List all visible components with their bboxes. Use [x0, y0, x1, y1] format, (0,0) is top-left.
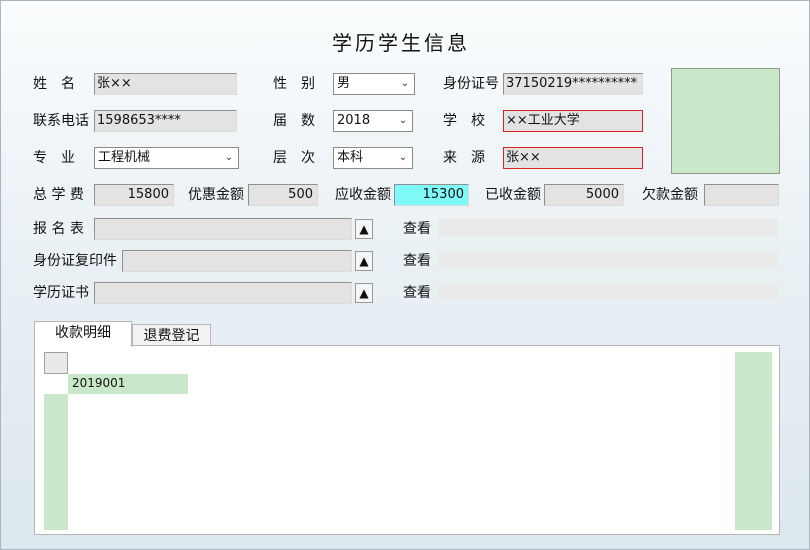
student-photo[interactable] [671, 68, 780, 174]
attachment-label-diploma: 学历证书 [33, 285, 89, 301]
owed-label: 欠款金额 [642, 187, 698, 203]
grid-scroll-area[interactable] [735, 352, 772, 530]
triangle-up-icon[interactable]: ▲ [355, 283, 373, 303]
received-field[interactable]: 5000 [544, 184, 624, 206]
phone-label: 联系电话 [33, 113, 89, 129]
view-link-idcopy[interactable]: 查看 [403, 250, 431, 272]
attachment-path-idcopy[interactable] [122, 250, 352, 272]
due-label: 应收金额 [335, 187, 391, 203]
major-select[interactable]: 工程机械 ⌄ [94, 147, 239, 169]
triangle-up-icon[interactable]: ▲ [355, 251, 373, 271]
name-field[interactable]: 张×× [94, 73, 237, 95]
page-title: 学历学生信息 [332, 31, 470, 55]
attachment-preview-idcopy [438, 251, 778, 269]
chevron-down-icon[interactable]: ⌄ [220, 148, 238, 168]
level-label: 层 次 [273, 150, 315, 166]
source-field[interactable]: 张×× [503, 147, 643, 169]
cohort-value: 2018 [337, 113, 371, 128]
due-field[interactable]: 15300 [394, 184, 469, 206]
total-fee-label: 总 学 费 [33, 187, 84, 203]
received-label: 已收金额 [485, 187, 541, 203]
discount-label: 优惠金额 [188, 187, 244, 203]
owed-field[interactable] [704, 184, 779, 206]
view-link-diploma[interactable]: 查看 [403, 282, 431, 304]
grid-cell[interactable]: 2019001 [68, 374, 188, 394]
level-value: 本科 [337, 150, 364, 165]
tab-payment-details[interactable]: 收款明细 [34, 321, 132, 347]
attachment-preview-diploma [438, 283, 778, 301]
idcard-label: 身份证号 [443, 76, 499, 92]
attachment-label-registration: 报 名 表 [33, 221, 84, 237]
school-field[interactable]: ××工业大学 [503, 110, 643, 132]
gender-label: 性 别 [273, 76, 315, 92]
attachment-preview-registration [438, 219, 778, 237]
gender-value: 男 [337, 76, 351, 91]
attachment-label-idcopy: 身份证复印件 [33, 253, 117, 269]
chevron-down-icon[interactable]: ⌄ [394, 111, 412, 131]
view-link-registration[interactable]: 查看 [403, 218, 431, 240]
gender-select[interactable]: 男 ⌄ [333, 73, 415, 95]
attachment-path-registration[interactable] [94, 218, 352, 240]
school-label: 学 校 [443, 113, 485, 129]
main-window: 学历学生信息 姓 名 张×× 性 别 男 ⌄ 身份证号 37150219****… [0, 0, 810, 550]
source-label: 来 源 [443, 150, 485, 166]
tab-panel: 2019001 [34, 345, 780, 535]
chevron-down-icon[interactable]: ⌄ [396, 74, 414, 94]
cohort-select[interactable]: 2018 ⌄ [333, 110, 413, 132]
phone-field[interactable]: 1598653**** [94, 110, 237, 132]
major-label: 专 业 [33, 150, 75, 166]
grid-row-header[interactable] [44, 394, 68, 530]
triangle-up-icon[interactable]: ▲ [355, 219, 373, 239]
chevron-down-icon[interactable]: ⌄ [394, 148, 412, 168]
cohort-label: 届 数 [273, 113, 315, 129]
attachment-path-diploma[interactable] [94, 282, 352, 304]
major-value: 工程机械 [98, 150, 151, 165]
discount-field[interactable]: 500 [248, 184, 318, 206]
level-select[interactable]: 本科 ⌄ [333, 147, 413, 169]
grid-corner-button[interactable] [44, 352, 68, 374]
idcard-field[interactable]: 37150219********** [503, 73, 643, 95]
total-fee-field[interactable]: 15800 [94, 184, 174, 206]
name-label: 姓 名 [33, 76, 75, 92]
